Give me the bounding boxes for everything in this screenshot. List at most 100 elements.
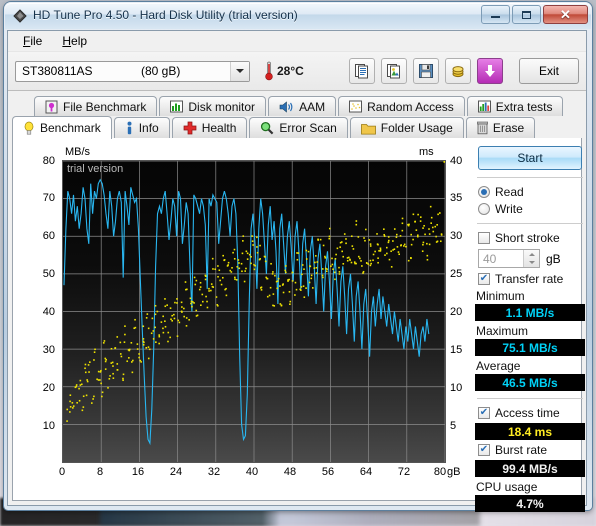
tab-aam[interactable]: AAM [268,96,337,116]
short-stroke-unit: gB [546,251,561,266]
y2-tick-15: 15 [450,344,463,356]
speaker-icon [279,100,293,113]
y-tick-30: 30 [42,344,55,356]
download-icon [485,65,495,77]
tab-health[interactable]: Health [171,117,248,138]
x-tick-72: 72 [397,466,411,478]
tab-benchmark[interactable]: Benchmark [12,116,112,139]
y-tick-80: 80 [42,155,55,167]
tab-extra-tests-label: Extra tests [495,99,553,114]
checkbox-short-stroke[interactable]: Short stroke [478,231,585,245]
title-bar[interactable]: HD Tune Pro 4.50 - Hard Disk Utility (tr… [5,3,591,29]
y2-tick-20: 20 [450,306,463,318]
tab-error-scan-label: Error Scan [279,121,337,135]
menu-item-help[interactable]: Help [53,32,96,50]
y-tick-40: 40 [42,306,55,318]
menu-item-help-label: elp [71,34,88,48]
tab-info[interactable]: Info [113,117,170,138]
tab-row-primary: Benchmark Info Health Error Scan Folder … [12,116,582,139]
access-time-value-box: 18.4 ms [475,423,585,440]
y-axis-label: MB/s [65,146,91,158]
x-tick-32: 32 [207,466,221,478]
license-button[interactable] [445,58,471,84]
y2-tick-40: 40 [450,155,463,167]
drive-capacity: (80 gB) [141,64,181,78]
trash-icon [476,121,488,135]
tab-benchmark-label: Benchmark [40,121,101,135]
x-tick-16: 16 [131,466,145,478]
radio-write[interactable]: Write [478,202,585,216]
copy-image-button[interactable] [381,58,407,84]
divider-2 [477,223,583,224]
toolbar: ST380811AS (80 gB) 28°C Exit [8,52,586,91]
tab-aam-label: AAM [299,99,326,114]
x-tick-48: 48 [283,466,297,478]
y-tick-70: 70 [42,192,55,204]
main-window: HD Tune Pro 4.50 - Hard Disk Utility (tr… [4,2,592,512]
hdtune-diamond-icon [12,8,28,24]
y-tick-50: 50 [42,268,55,280]
tab-folder-usage[interactable]: Folder Usage [349,117,464,138]
copy-text-icon [355,64,368,79]
checkbox-access-time[interactable]: ✔ Access time [478,406,585,420]
maximum-value: 75.1 MB/s [502,340,558,355]
tab-file-benchmark[interactable]: File Benchmark [34,96,158,116]
close-button[interactable]: ✕ [543,5,588,24]
window-title: HD Tune Pro 4.50 - Hard Disk Utility (tr… [33,8,298,22]
y-tick-10: 10 [42,420,55,432]
tab-row-secondary: File Benchmark Disk monitor AAM Random A… [12,94,582,116]
cpu-usage-value: 4.7% [516,496,544,511]
tab-bars: File Benchmark Disk monitor AAM Random A… [8,91,586,139]
x-tick-0: 0 [58,466,66,478]
radio-read-label: Read [495,185,524,199]
tab-erase-label: Erase [492,121,525,135]
checkbox-short-stroke-label: Short stroke [495,231,560,245]
x-axis-label: gB [447,466,461,478]
tab-disk-monitor[interactable]: Disk monitor [159,96,267,116]
y2-tick-25: 25 [450,268,463,280]
radio-write-icon [478,203,490,215]
menu-item-file[interactable]: File [14,32,51,50]
y2-axis-label: ms [419,146,434,158]
minimum-value: 1.1 MB/s [505,305,555,320]
tab-erase[interactable]: Erase [465,117,536,138]
checkbox-transfer-rate-label: Transfer rate [495,272,564,286]
download-button[interactable] [477,58,503,84]
stepper-buttons[interactable] [523,250,539,267]
control-panel: Start Read Write Short stroke 40 gB ✔ Tr… [475,144,585,512]
plot-area[interactable]: trial version [62,160,446,463]
maximize-icon [522,10,531,19]
drive-select[interactable]: ST380811AS (80 gB) [15,60,250,82]
cpu-usage-label: CPU usage [476,480,538,494]
access-time-value: 18.4 ms [507,424,553,439]
random-access-icon [349,100,363,112]
checkbox-transfer-rate[interactable]: ✔ Transfer rate [478,272,585,286]
radio-read[interactable]: Read [478,185,585,199]
x-tick-64: 64 [359,466,373,478]
minimum-value-box: 1.1 MB/s [475,304,585,321]
exit-button[interactable]: Exit [519,58,579,84]
tab-random-access-label: Random Access [367,99,454,114]
copy-text-button[interactable] [349,58,375,84]
chevron-down-icon[interactable] [230,61,249,81]
tab-random-access[interactable]: Random Access [338,96,465,116]
y2-tick-10: 10 [450,382,463,394]
benchmark-chart: MB/s ms 80 70 60 50 40 30 20 10 40 35 30… [31,146,471,484]
short-stroke-stepper[interactable]: 40 [478,249,540,268]
start-button[interactable]: Start [478,146,582,170]
temperature-display: 28°C [264,61,304,81]
minimize-button[interactable] [481,5,510,24]
checkbox-burst-rate[interactable]: ✔ Burst rate [478,443,585,457]
tab-file-benchmark-label: File Benchmark [63,99,147,114]
maximize-button[interactable] [512,5,541,24]
tab-extra-tests[interactable]: Extra tests [466,96,564,116]
save-button[interactable] [413,58,439,84]
checkbox-access-time-icon: ✔ [478,407,490,419]
short-stroke-row: 40 gB [478,249,585,268]
health-cross-icon [183,121,197,135]
divider-1 [477,177,583,178]
average-value: 46.5 MB/s [502,375,558,390]
y2-tick-5: 5 [450,420,457,432]
tab-error-scan[interactable]: Error Scan [249,117,348,138]
client-area: File Help ST380811AS (80 gB) 28°C Exit F… [7,30,587,512]
